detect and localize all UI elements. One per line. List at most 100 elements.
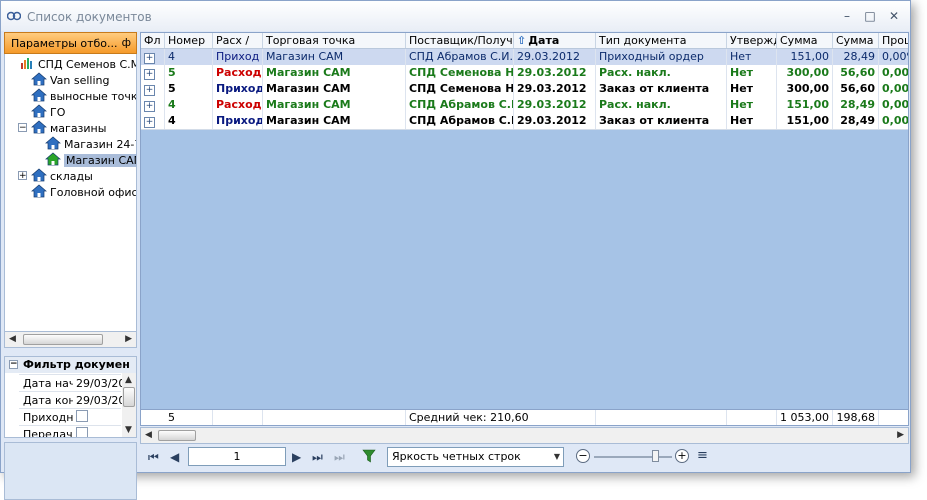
summary-empty	[263, 410, 406, 425]
tree-node[interactable]: Van selling	[31, 72, 110, 88]
grid-scroll-thumb[interactable]	[158, 430, 196, 441]
cell-dir: Приход	[213, 49, 263, 65]
tree-node[interactable]: выносные точки	[31, 88, 136, 104]
cell-type: Заказ от клиента	[596, 113, 727, 129]
scroll-right-icon[interactable]: ▶	[125, 334, 132, 344]
filter-row-label: Дата нач	[23, 377, 73, 390]
panel-header[interactable]: Параметры отбо... ф	[4, 32, 137, 54]
expand-row-icon[interactable]: +	[144, 101, 155, 112]
refresh-icon[interactable]: ⏭	[334, 450, 345, 465]
row-brightness-select[interactable]: Яркость четных строк ▼	[387, 447, 564, 467]
cell-approved: Нет	[727, 49, 777, 65]
column-header[interactable]: Расх /	[213, 33, 263, 48]
filter-scroll-thumb[interactable]	[123, 387, 135, 407]
store-icon	[31, 168, 47, 182]
previous-page-icon[interactable]: ◀	[170, 450, 179, 464]
collapse-icon[interactable]: −	[9, 360, 18, 369]
zoom-out-button[interactable]: −	[576, 449, 590, 463]
row-flag-cell[interactable]: +	[141, 65, 165, 81]
table-row[interactable]: +4 Расход Магазин САМ СПД Абрамов С.И 29.03.…	[141, 97, 908, 114]
scroll-left-icon[interactable]: ◀	[145, 430, 152, 440]
filter-checkbox[interactable]	[76, 409, 122, 426]
filter-row[interactable]: Дата нач 29/03/20	[19, 374, 122, 392]
filter-date-field[interactable]: 29/03/20	[76, 375, 122, 392]
expand-icon[interactable]: +	[18, 171, 27, 181]
pin-icon[interactable]: ф	[122, 36, 131, 49]
tree-horizontal-scrollbar[interactable]: ◀ ▶	[4, 331, 137, 348]
column-header[interactable]: Сумма	[833, 33, 879, 48]
column-header[interactable]: Поставщик/Получат	[406, 33, 514, 48]
filter-row[interactable]: Дата кон 29/03/20	[19, 391, 122, 409]
zoom-slider[interactable]	[594, 456, 672, 458]
column-header[interactable]: Тип документа	[596, 33, 727, 48]
zoom-in-button[interactable]: +	[675, 449, 689, 463]
expand-row-icon[interactable]: +	[144, 85, 155, 96]
table-row[interactable]: +4 Приход Магазин САМ СПД Абрамов С.И 29.03.…	[141, 113, 908, 130]
scroll-left-icon[interactable]: ◀	[9, 334, 16, 344]
close-button[interactable]: ✕	[885, 7, 903, 25]
cell-sum2: 56,60	[833, 81, 879, 97]
table-row[interactable]: +5 Приход Магазин САМ СПД Семенова Н 29.03.2…	[141, 81, 908, 98]
column-header[interactable]: Номер	[165, 33, 213, 48]
filter-row[interactable]: Передача	[19, 425, 122, 437]
column-settings-icon[interactable]: ≡	[697, 448, 708, 463]
column-header-label: Тип документа	[599, 34, 687, 47]
tree-node[interactable]: Магазин 24-7	[45, 136, 136, 152]
expand-row-icon[interactable]: +	[144, 117, 155, 128]
column-header[interactable]: Утвержд	[727, 33, 777, 48]
filter-date-field[interactable]: 29/03/20	[76, 392, 122, 409]
scroll-down-icon[interactable]: ▼	[125, 425, 132, 435]
tree-node[interactable]: Магазин САМ	[45, 152, 136, 168]
scroll-right-icon[interactable]: ▶	[897, 430, 904, 440]
column-header[interactable]: Фл	[141, 33, 165, 48]
minimize-button[interactable]: –	[838, 7, 856, 25]
first-page-icon[interactable]: ⏮	[148, 450, 159, 465]
tree-node[interactable]: СПД Семенов С.М	[19, 56, 136, 72]
store-tree[interactable]: СПД Семенов С.М Van selling выносные точки…	[4, 54, 137, 331]
column-header[interactable]: Торговая точка	[263, 33, 406, 48]
summary-empty	[213, 410, 263, 425]
column-header[interactable]: Прош	[879, 33, 908, 48]
cell-sum2: 56,60	[833, 65, 879, 81]
window-title: Список документов	[27, 10, 152, 24]
next-page-icon[interactable]: ▶	[292, 450, 301, 464]
scroll-thumb[interactable]	[23, 334, 103, 345]
chevron-down-icon[interactable]: ▼	[554, 448, 560, 466]
row-flag-cell[interactable]: +	[141, 113, 165, 129]
cell-num: 5	[165, 81, 213, 97]
store-icon	[31, 104, 47, 118]
checkbox-icon[interactable]	[76, 427, 88, 437]
row-flag-cell[interactable]: +	[141, 81, 165, 97]
grid-horizontal-scrollbar[interactable]: ◀ ▶	[140, 427, 909, 444]
checkbox-icon[interactable]	[76, 410, 88, 422]
sort-ascending-icon[interactable]: ⇧	[517, 34, 526, 47]
zoom-slider-thumb[interactable]	[652, 450, 659, 462]
expand-row-icon[interactable]: +	[144, 69, 155, 80]
row-flag-cell[interactable]: +	[141, 49, 165, 65]
cell-num: 4	[165, 49, 213, 65]
column-header[interactable]: Сумма	[777, 33, 833, 48]
filter-title[interactable]: − Фильтр докумен	[5, 357, 136, 373]
filter-checkbox[interactable]	[76, 426, 122, 437]
title-bar[interactable]: Список документов – □ ✕	[1, 1, 910, 31]
expand-row-icon[interactable]: +	[144, 53, 155, 64]
maximize-button[interactable]: □	[861, 7, 879, 25]
store-icon	[31, 120, 47, 134]
tree-node[interactable]: − магазины	[18, 120, 106, 136]
tree-node[interactable]: + склады	[18, 168, 93, 184]
collapse-icon[interactable]: −	[18, 123, 27, 133]
grid-header: Фл Номер Расх / Торговая точка Поставщик/Пол…	[141, 33, 908, 49]
tree-node[interactable]: ГО	[31, 104, 65, 120]
page-number-input[interactable]: 1	[188, 447, 286, 466]
scroll-up-icon[interactable]: ▲	[125, 375, 132, 385]
last-page-icon[interactable]: ⏭	[312, 450, 323, 465]
table-row[interactable]: +5 Расход Магазин САМ СПД Семенова Н 29.03.2…	[141, 65, 908, 82]
column-header[interactable]: ⇧ Дата	[514, 33, 596, 48]
filter-vertical-scrollbar[interactable]: ▲ ▼	[122, 373, 136, 437]
tree-node-label: склады	[50, 170, 93, 183]
row-flag-cell[interactable]: +	[141, 97, 165, 113]
tree-node[interactable]: Головной офис	[31, 184, 136, 200]
filter-row[interactable]: Приходн	[19, 408, 121, 426]
table-row[interactable]: +4 Приход Магазин САМ СПД Абрамов С.И. 29.03…	[141, 49, 908, 66]
filter-icon[interactable]	[362, 449, 376, 463]
